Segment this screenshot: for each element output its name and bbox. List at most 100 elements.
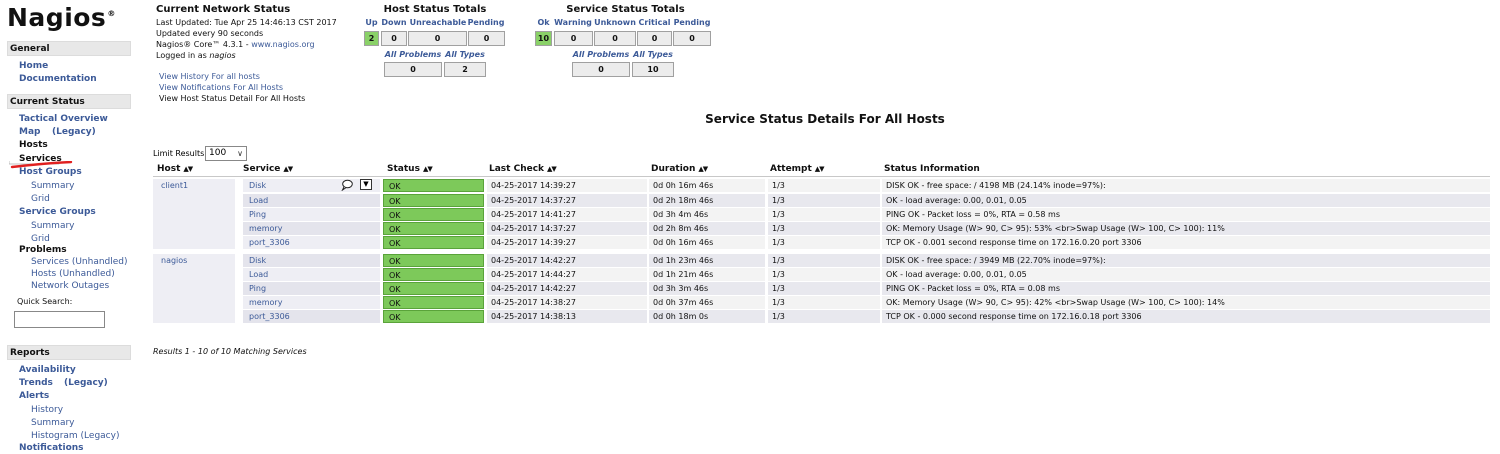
comment-icon[interactable] <box>341 179 353 191</box>
host-count-unreachable[interactable]: 0 <box>408 31 467 46</box>
service-link[interactable]: memory <box>243 222 380 235</box>
service-header-unknown[interactable]: Unknown <box>594 18 636 27</box>
host-all-types-count[interactable]: 2 <box>444 62 486 77</box>
nagios-logo[interactable]: Nagios® <box>7 3 116 32</box>
service-all-types-header[interactable]: All Types <box>632 50 674 59</box>
sort-arrows-icon[interactable]: ▲▼ <box>815 165 825 173</box>
status-information-cell: OK: Memory Usage (W> 90, C> 95): 42% <br… <box>882 296 1490 309</box>
attempt-cell: 1/3 <box>768 268 880 281</box>
column-label: Host <box>157 164 181 174</box>
service-link[interactable]: port_3306 <box>243 310 380 323</box>
attempt-cell: 1/3 <box>768 222 880 235</box>
service-header-pending[interactable]: Pending <box>673 18 711 27</box>
sidebar-item-map-legacy[interactable]: (Legacy) <box>52 127 96 138</box>
page-title: Service Status Details For All Hosts <box>705 112 945 126</box>
sidebar-item-home[interactable]: Home <box>19 61 48 72</box>
host-all-problems-header[interactable]: All Problems <box>384 50 442 59</box>
host-count-pending[interactable]: 0 <box>468 31 505 46</box>
services-label: Services <box>31 257 69 267</box>
sidebar-item-alerts-histogram[interactable]: Histogram (Legacy) <box>31 431 119 442</box>
quick-search-input[interactable] <box>14 311 105 328</box>
unhandled-label: (Unhandled) <box>59 269 115 279</box>
hosts-label: Hosts <box>31 269 57 279</box>
service-count-ok[interactable]: 10 <box>535 31 552 46</box>
host-header-down[interactable]: Down <box>380 18 408 27</box>
host-all-types-header[interactable]: All Types <box>444 50 486 59</box>
sidebar-item-documentation[interactable]: Documentation <box>19 74 97 85</box>
status-information-cell: DISK OK - free space: / 4198 MB (24.14% … <box>882 179 1490 192</box>
sidebar-item-alerts-summary[interactable]: Summary <box>31 418 75 429</box>
sidebar-item-host-groups-grid[interactable]: Grid <box>31 194 50 205</box>
limit-results-select[interactable]: 100 ∨ <box>205 146 247 161</box>
sort-arrows-icon[interactable]: ▲▼ <box>423 165 433 173</box>
column-header-host[interactable]: Host ▲▼ <box>157 161 193 177</box>
service-all-problems-count[interactable]: 0 <box>572 62 630 77</box>
quick-search-label: Quick Search: <box>17 297 73 306</box>
attempt-cell: 1/3 <box>768 310 880 323</box>
sidebar-item-problems[interactable]: Problems <box>19 245 67 256</box>
host-link[interactable]: nagios <box>153 254 235 323</box>
sidebar-item-host-groups[interactable]: Host Groups <box>19 167 82 178</box>
sidebar-item-service-groups[interactable]: Service Groups <box>19 207 96 218</box>
service-link[interactable]: Disk <box>243 254 380 267</box>
service-link[interactable]: Load <box>243 268 380 281</box>
sidebar-item-host-groups-summary[interactable]: Summary <box>31 181 75 192</box>
sidebar-item-services-unhandled[interactable]: Services (Unhandled) <box>31 257 128 268</box>
host-header-unreachable[interactable]: Unreachable <box>408 18 468 27</box>
service-count-warning[interactable]: 0 <box>554 31 593 46</box>
sidebar-item-notifications[interactable]: Notifications <box>19 443 84 454</box>
sidebar-item-service-groups-summary[interactable]: Summary <box>31 221 75 232</box>
sort-arrows-icon[interactable]: ▲▼ <box>698 165 708 173</box>
service-header-warning[interactable]: Warning <box>553 18 593 27</box>
sidebar-item-trends[interactable]: Trends <box>19 378 53 389</box>
sidebar-item-hosts-unhandled[interactable]: Hosts (Unhandled) <box>31 269 115 280</box>
service-link[interactable]: memory <box>243 296 380 309</box>
service-link[interactable]: Load <box>243 194 380 207</box>
limit-results-label: Limit Results: <box>153 149 207 158</box>
sidebar-item-map[interactable]: Map <box>19 127 40 138</box>
host-count-up[interactable]: 2 <box>364 31 379 46</box>
sidebar-item-service-groups-grid[interactable]: Grid <box>31 234 50 245</box>
service-header-critical[interactable]: Critical <box>637 18 672 27</box>
service-count-critical[interactable]: 0 <box>637 31 672 46</box>
service-header-ok[interactable]: Ok <box>535 18 552 27</box>
service-count-unknown[interactable]: 0 <box>594 31 636 46</box>
sidebar-item-trends-legacy[interactable]: (Legacy) <box>64 378 108 389</box>
host-link[interactable]: client1 <box>153 179 235 249</box>
last-check-cell: 04-25-2017 14:38:27 <box>487 296 647 309</box>
sidebar-item-alerts[interactable]: Alerts <box>19 391 49 402</box>
view-notifications-link[interactable]: View Notifications For All Hosts <box>159 83 283 93</box>
column-header-last-check[interactable]: Last Check ▲▼ <box>489 161 557 177</box>
status-badge: OK <box>383 268 484 281</box>
service-link[interactable]: Ping <box>243 282 380 295</box>
column-header-attempt[interactable]: Attempt ▲▼ <box>770 161 825 177</box>
service-all-types-count[interactable]: 10 <box>632 62 674 77</box>
status-information-cell: DISK OK - free space: / 3949 MB (22.70% … <box>882 254 1490 267</box>
host-count-down[interactable]: 0 <box>381 31 407 46</box>
sort-arrows-icon[interactable]: ▲▼ <box>183 165 193 173</box>
view-host-status-link[interactable]: View Host Status Detail For All Hosts <box>159 94 305 104</box>
column-header-service[interactable]: Service ▲▼ <box>243 161 293 177</box>
service-all-problems-header[interactable]: All Problems <box>572 50 630 59</box>
sidebar-item-network-outages[interactable]: Network Outages <box>31 281 109 292</box>
column-header-status[interactable]: Status ▲▼ <box>387 161 433 177</box>
status-information-cell: OK - load average: 0.00, 0.01, 0.05 <box>882 268 1490 281</box>
nagios-website-link[interactable]: www.nagios.org <box>251 40 314 49</box>
service-count-pending[interactable]: 0 <box>673 31 711 46</box>
sidebar-item-tactical-overview[interactable]: Tactical Overview <box>19 114 108 125</box>
sort-arrows-icon[interactable]: ▲▼ <box>547 165 557 173</box>
sidebar-item-alerts-history[interactable]: History <box>31 405 63 416</box>
sort-arrows-icon[interactable]: ▲▼ <box>283 165 293 173</box>
host-header-up[interactable]: Up <box>364 18 379 27</box>
service-link[interactable]: Ping <box>243 208 380 221</box>
host-header-pending[interactable]: Pending <box>467 18 505 27</box>
service-link[interactable]: port_3306 <box>243 236 380 249</box>
table-header-divider <box>153 176 1490 177</box>
dropdown-menu-icon[interactable]: ▼ <box>360 179 372 190</box>
column-header-duration[interactable]: Duration ▲▼ <box>651 161 708 177</box>
view-history-link[interactable]: View History For all hosts <box>159 72 260 82</box>
sidebar-item-hosts[interactable]: Hosts <box>19 140 48 151</box>
sidebar-item-availability[interactable]: Availability <box>19 365 76 376</box>
host-all-problems-count[interactable]: 0 <box>384 62 442 77</box>
duration-cell: 0d 1h 23m 46s <box>649 254 765 267</box>
